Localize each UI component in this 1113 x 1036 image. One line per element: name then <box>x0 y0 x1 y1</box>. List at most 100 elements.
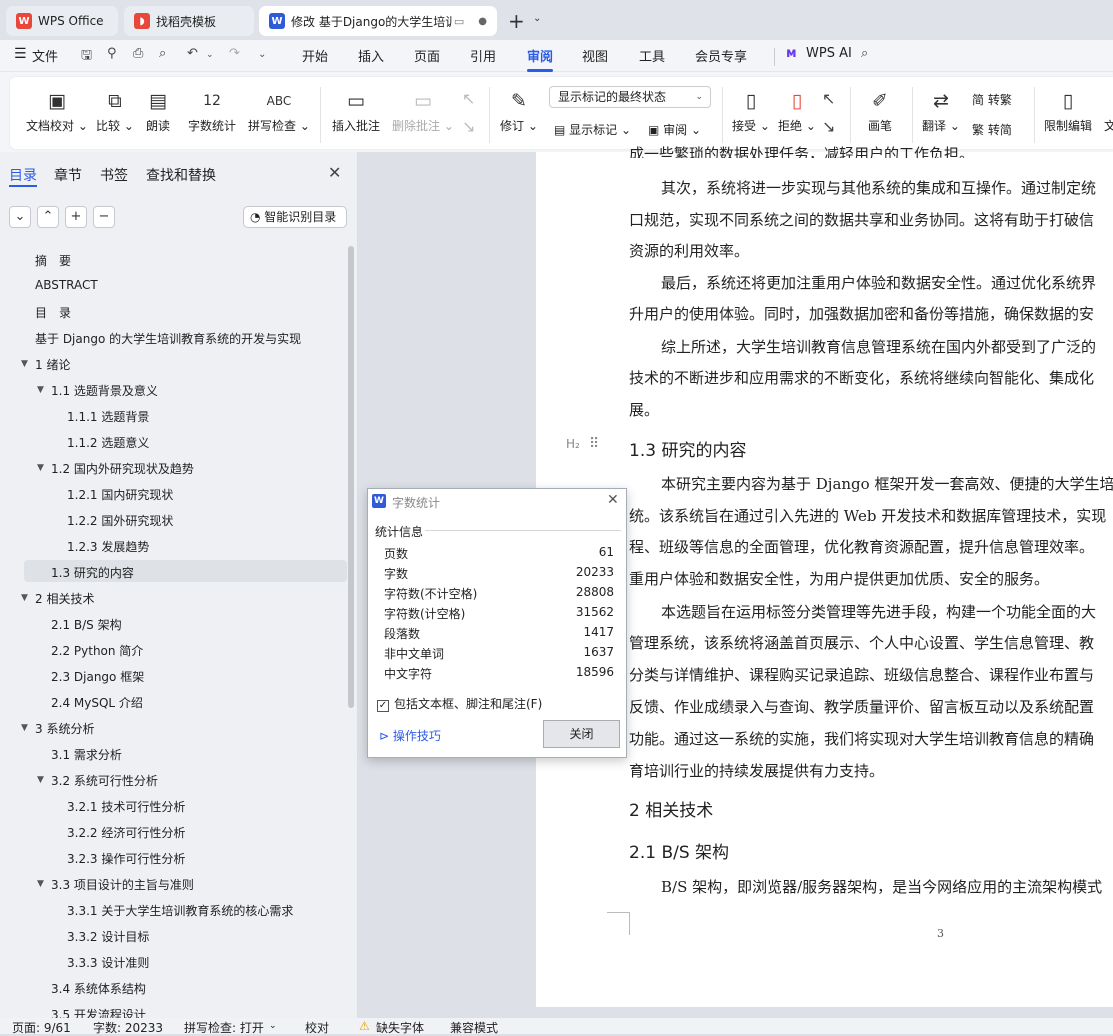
remove-icon[interactable]: − <box>93 206 115 228</box>
restrict-edit-button[interactable]: ▯ 限制编辑 <box>1044 87 1092 134</box>
toc-item[interactable]: 3.1 需求分析 <box>51 746 122 763</box>
proofread-status[interactable]: 校对 <box>305 1019 329 1036</box>
toc-item[interactable]: 1.2.2 国外研究现状 <box>67 512 173 529</box>
smart-toc-button[interactable]: ◔ 智能识别目录 <box>243 206 347 228</box>
prev-change-icon[interactable]: ↖ <box>822 89 835 108</box>
share-icon[interactable]: ⚲ <box>107 46 117 61</box>
word-count-status[interactable]: 字数: 20233 <box>93 1019 163 1036</box>
next-change-icon[interactable]: ↘ <box>822 117 835 136</box>
chevron-down-icon[interactable]: ⌄ <box>533 13 541 24</box>
undo-dropdown-icon[interactable]: ⌄ <box>206 50 214 60</box>
spell-check-status[interactable]: 拼写检查: 打开 <box>184 1019 264 1036</box>
menu-view[interactable]: 视图 <box>582 46 608 65</box>
menu-review[interactable]: 审阅 <box>527 46 553 65</box>
toc-item[interactable]: ABSTRACT <box>35 278 98 292</box>
toc-item[interactable]: 基于 Django 的大学生培训教育系统的开发与实现 <box>35 330 301 347</box>
menu-wps-ai[interactable]: WPS AI <box>806 46 852 61</box>
scrollbar[interactable] <box>348 246 354 708</box>
toc-item[interactable]: 1.2.1 国内研究现状 <box>67 486 173 503</box>
collapse-icon[interactable]: ⌄ <box>9 206 31 228</box>
menu-insert[interactable]: 插入 <box>358 46 384 65</box>
read-aloud-button[interactable]: ▤ 朗读 <box>146 87 170 134</box>
menu-page[interactable]: 页面 <box>414 46 440 65</box>
tab-document[interactable]: W 修改 基于Django的大学生培训 ▭ ● <box>259 6 497 36</box>
missing-font-status[interactable]: 缺失字体 <box>376 1019 424 1036</box>
print-icon[interactable]: ⎙ <box>133 46 143 61</box>
expand-arrow-icon[interactable]: ▼ <box>37 775 44 785</box>
toc-item[interactable]: 2.1 B/S 架构 <box>51 616 122 633</box>
toc-item-selected[interactable]: 1.3 研究的内容 <box>51 564 134 581</box>
expand-arrow-icon[interactable]: ▼ <box>21 593 28 603</box>
track-changes-button[interactable]: ✎ 修订 ⌄ <box>500 87 538 134</box>
toc-item[interactable]: 1.1.1 选题背景 <box>67 408 149 425</box>
expand-icon[interactable]: ⌃ <box>37 206 59 228</box>
to-traditional-button[interactable]: 简 转繁 <box>972 91 1012 108</box>
review-pane-button[interactable]: ▣ 审阅 ⌄ <box>648 121 701 138</box>
toc-item[interactable]: 1.1.2 选题意义 <box>67 434 149 451</box>
tab-template[interactable]: ◗ 找稻壳模板 <box>124 6 254 36</box>
tab-find-replace[interactable]: 查找和替换 <box>146 165 216 185</box>
expand-arrow-icon[interactable]: ▼ <box>21 723 28 733</box>
toc-item[interactable]: 1 绪论 <box>35 356 70 373</box>
menu-home[interactable]: 开始 <box>302 46 328 65</box>
close-button[interactable]: 关闭 <box>543 720 620 748</box>
word-count-button[interactable]: 12 字数统计 <box>188 87 236 134</box>
close-icon[interactable]: ✕ <box>607 492 619 508</box>
hamburger-icon[interactable]: ☰ <box>14 46 27 62</box>
print-preview-icon[interactable]: ⌕ <box>159 46 166 61</box>
doc-check-button[interactable]: ▣ 文档校对 ⌄ <box>26 87 88 134</box>
toc-item[interactable]: 目 录 <box>35 304 71 321</box>
prev-comment-icon[interactable]: ↖ <box>462 89 475 108</box>
redo-icon[interactable]: ↷ <box>229 46 240 61</box>
to-simplified-button[interactable]: 繁 转简 <box>972 121 1012 138</box>
spell-check-button[interactable]: ABC 拼写检查 ⌄ <box>248 87 310 134</box>
toc-item[interactable]: 3.2.1 技术可行性分析 <box>67 798 185 815</box>
toc-item[interactable]: 3.3.1 关于大学生培训教育系统的核心需求 <box>67 902 293 919</box>
new-tab-icon[interactable]: + <box>508 9 525 33</box>
menu-file[interactable]: 文件 <box>32 46 58 65</box>
tab-toc[interactable]: 目录 <box>9 165 37 185</box>
show-markup-button[interactable]: ▤ 显示标记 ⌄ <box>554 121 631 138</box>
pen-button[interactable]: ✐ 画笔 <box>868 87 892 134</box>
translate-button[interactable]: ⇄ 翻译 ⌄ <box>922 87 960 134</box>
toc-item[interactable]: 1.1 选题背景及意义 <box>51 382 158 399</box>
markup-select[interactable]: 显示标记的最终状态 ⌄ <box>549 86 711 108</box>
reject-button[interactable]: ▯ 拒绝 ⌄ <box>778 87 816 134</box>
toc-item[interactable]: 摘 要 <box>35 252 71 269</box>
undo-icon[interactable]: ↶ <box>187 46 198 61</box>
toc-item[interactable]: 3.2.3 操作可行性分析 <box>67 850 185 867</box>
chevron-down-icon[interactable]: ⌄ <box>269 1021 277 1031</box>
toc-item[interactable]: 2.2 Python 简介 <box>51 642 143 659</box>
expand-arrow-icon[interactable]: ▼ <box>37 879 44 889</box>
accept-button[interactable]: ▯ 接受 ⌄ <box>732 87 770 134</box>
toc-item[interactable]: 2.3 Django 框架 <box>51 668 144 685</box>
menu-vip[interactable]: 会员专享 <box>695 46 747 65</box>
expand-arrow-icon[interactable]: ▼ <box>37 463 44 473</box>
drag-handle-icon[interactable]: ⠿ <box>589 436 599 452</box>
expand-arrow-icon[interactable]: ▼ <box>37 385 44 395</box>
add-icon[interactable]: + <box>65 206 87 228</box>
tips-link[interactable]: ⊳ 操作技巧 <box>379 727 441 744</box>
toc-item[interactable]: 1.2.3 发展趋势 <box>67 538 149 555</box>
toc-item[interactable]: 3.4 系统体系结构 <box>51 980 146 997</box>
toc-item[interactable]: 3 系统分析 <box>35 720 94 737</box>
toc-item[interactable]: 1.2 国内外研究现状及趋势 <box>51 460 194 477</box>
close-icon[interactable]: ✕ <box>328 163 341 182</box>
compare-button[interactable]: ⧉ 比较 ⌄ <box>96 87 134 134</box>
insert-comment-button[interactable]: ▭ 插入批注 <box>332 87 380 134</box>
tab-wps-office[interactable]: W WPS Office <box>6 6 118 36</box>
toc-item[interactable]: 2.4 MySQL 介绍 <box>51 694 143 711</box>
include-footnotes-checkbox[interactable]: ✓ 包括文本框、脚注和尾注(F) <box>377 695 542 712</box>
wps-ai-logo-icon[interactable]: ᴍ <box>786 46 797 61</box>
toc-item[interactable]: 3.3 项目设计的主旨与准则 <box>51 876 194 893</box>
more-chevron-icon[interactable]: ⌄ <box>258 49 266 60</box>
toc-item[interactable]: 3.3.2 设计目标 <box>67 928 149 945</box>
tab-chapters[interactable]: 章节 <box>54 165 82 185</box>
delete-comment-button[interactable]: ▭ 删除批注 ⌄ <box>392 87 454 134</box>
tab-bookmarks[interactable]: 书签 <box>100 165 128 185</box>
menu-tools[interactable]: 工具 <box>639 46 665 65</box>
toc-item[interactable]: 2 相关技术 <box>35 590 94 607</box>
menu-reference[interactable]: 引用 <box>470 46 496 65</box>
expand-arrow-icon[interactable]: ▼ <box>21 359 28 369</box>
save-icon[interactable]: 🖫 <box>81 46 92 68</box>
